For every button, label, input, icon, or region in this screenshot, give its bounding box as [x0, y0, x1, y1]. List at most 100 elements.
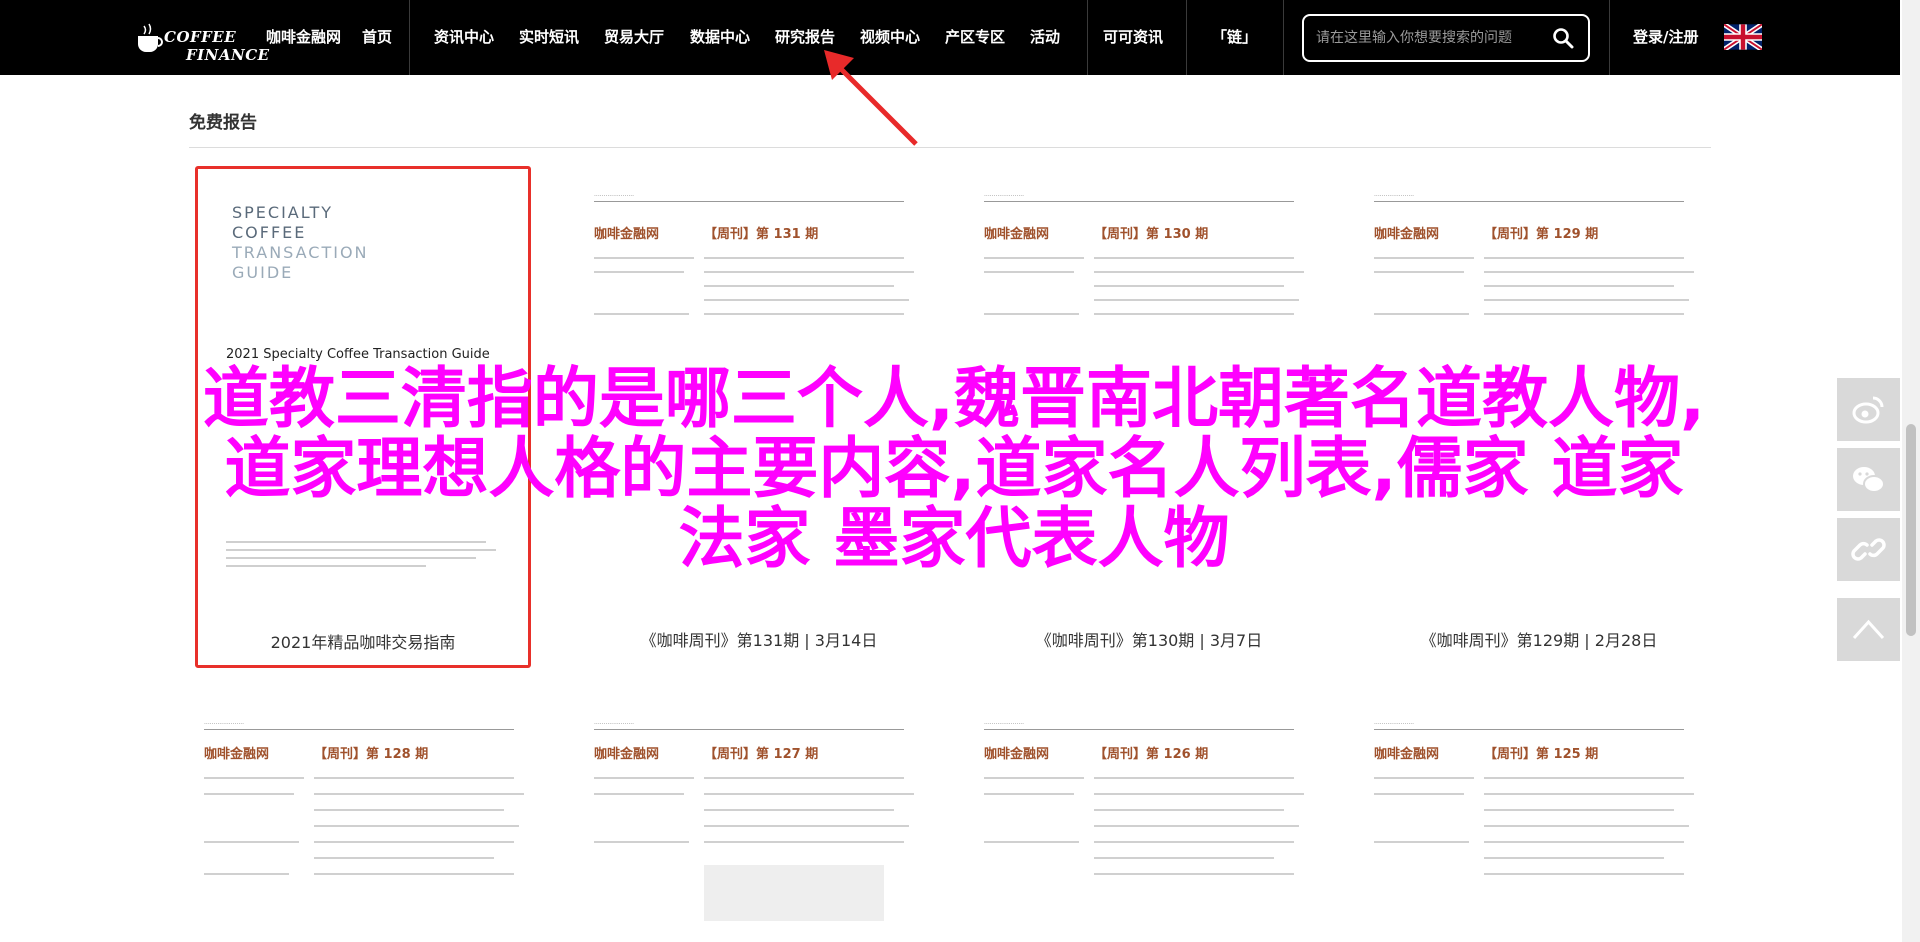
- report-card-129[interactable]: ····················· 咖啡金融网 【周刊】第 129 期 …: [1374, 187, 1704, 667]
- share-wechat-button[interactable]: [1837, 448, 1900, 511]
- link-icon: [1851, 538, 1886, 561]
- share-weibo-button[interactable]: [1837, 378, 1900, 441]
- nav-origin-zone[interactable]: 产区专区: [945, 0, 1005, 75]
- guide-title-line: SPECIALTY: [232, 203, 334, 222]
- nav-research-reports[interactable]: 研究报告: [775, 0, 835, 75]
- text-line: [1484, 873, 1684, 875]
- logo-text-line2: FINANCE: [186, 46, 270, 64]
- guide-cover-subtitle: 2021 Specialty Coffee Transaction Guide: [226, 347, 490, 362]
- text-line: [1484, 299, 1689, 301]
- back-to-top-button[interactable]: [1837, 598, 1900, 661]
- page-header-text: ·····················: [984, 721, 1025, 728]
- report-caption[interactable]: 《咖啡周刊》第129期 | 2月28日: [1374, 627, 1704, 651]
- nav-cocoa-news[interactable]: 可可资讯: [1103, 0, 1163, 75]
- text-line: [314, 841, 514, 843]
- text-line: [1094, 825, 1299, 827]
- report-issue: 【周刊】第 127 期: [704, 747, 819, 762]
- text-line: [204, 841, 299, 843]
- page-header-rule: [984, 729, 1294, 730]
- weibo-icon: [1852, 396, 1884, 424]
- text-line: [594, 271, 684, 273]
- text-line: [1484, 793, 1694, 795]
- wechat-icon: [1853, 467, 1885, 493]
- text-line: [314, 825, 519, 827]
- nav-video-center[interactable]: 视频中心: [860, 0, 920, 75]
- report-card-126[interactable]: ····················· 咖啡金融网 【周刊】第 126 期: [984, 715, 1314, 942]
- report-brand: 咖啡金融网: [984, 227, 1050, 242]
- text-line: [1484, 285, 1674, 287]
- text-line: [314, 777, 514, 779]
- page-header-rule: [1374, 729, 1684, 730]
- report-caption[interactable]: 《咖啡周刊》第130期 | 3月7日: [984, 627, 1314, 651]
- back-to-top-icon: [1852, 619, 1885, 640]
- report-issue: 【周刊】第 130 期: [1094, 227, 1209, 242]
- text-line: [594, 777, 694, 779]
- page-header-text: ·····················: [594, 721, 635, 728]
- share-link-button[interactable]: [1837, 518, 1900, 581]
- search-icon[interactable]: [1552, 27, 1574, 49]
- text-line: [704, 793, 914, 795]
- page-header-rule: [1374, 201, 1684, 202]
- nav-trade-hall[interactable]: 贸易大厅: [604, 0, 664, 75]
- text-line: [704, 841, 904, 843]
- report-issue: 【周刊】第 131 期: [704, 227, 819, 242]
- report-card-guide[interactable]: SPECIALTY COFFEE TRANSACTION GUIDE 2021 …: [195, 166, 531, 668]
- nav-flash-news[interactable]: 实时短讯: [519, 0, 579, 75]
- report-card-131[interactable]: ····················· 咖啡金融网 【周刊】第 131 期 …: [594, 187, 924, 667]
- page-scrollbar[interactable]: [1902, 0, 1920, 942]
- nav-chain[interactable]: 「链」: [1212, 0, 1257, 75]
- page-header-rule: [984, 201, 1294, 202]
- report-card-127[interactable]: ····················· 咖啡金融网 【周刊】第 127 期: [594, 715, 924, 942]
- page-header-rule: [594, 729, 904, 730]
- text-line: [204, 873, 289, 875]
- search-box: [1302, 14, 1590, 62]
- uk-flag-icon[interactable]: [1724, 24, 1762, 50]
- guide-title-line: TRANSACTION: [232, 243, 369, 262]
- page-header-text: ·····················: [594, 193, 635, 200]
- report-card-130[interactable]: ····················· 咖啡金融网 【周刊】第 130 期 …: [984, 187, 1314, 667]
- report-caption[interactable]: 《咖啡周刊》第131期 | 3月14日: [594, 627, 924, 651]
- text-line: [704, 285, 894, 287]
- report-brand: 咖啡金融网: [594, 227, 660, 242]
- text-line: [704, 299, 909, 301]
- nav-news-center[interactable]: 资讯中心: [434, 0, 494, 75]
- text-line: [704, 825, 909, 827]
- text-line: [594, 257, 694, 259]
- text-line: [984, 257, 1084, 259]
- report-card-125[interactable]: ····················· 咖啡金融网 【周刊】第 125 期: [1374, 715, 1704, 942]
- text-line: [1374, 257, 1474, 259]
- page-header-text: ·····················: [1374, 721, 1415, 728]
- text-line: [984, 793, 1074, 795]
- nav-divider: [1087, 0, 1088, 75]
- data-table: [704, 865, 884, 921]
- search-input[interactable]: [1316, 25, 1546, 51]
- nav-divider: [1283, 0, 1284, 75]
- text-line: [1374, 271, 1464, 273]
- report-issue: 【周刊】第 126 期: [1094, 747, 1209, 762]
- text-line: [984, 313, 1079, 315]
- text-line: [704, 271, 914, 273]
- text-line: [1374, 313, 1469, 315]
- login-register-link[interactable]: 登录/注册: [1633, 0, 1698, 75]
- page-header-text: ·····················: [204, 721, 245, 728]
- guide-cover-title: SPECIALTY COFFEE TRANSACTION GUIDE: [232, 203, 369, 283]
- site-logo[interactable]: COFFEE FINANCE: [134, 8, 269, 66]
- text-line: [704, 777, 904, 779]
- report-caption[interactable]: 2021年精品咖啡交易指南: [198, 629, 528, 653]
- nav-data-center[interactable]: 数据中心: [690, 0, 750, 75]
- section-divider: [189, 147, 1711, 148]
- text-line: [1094, 299, 1299, 301]
- nav-events[interactable]: 活动: [1030, 0, 1060, 75]
- text-line: [1374, 777, 1474, 779]
- nav-home[interactable]: 首页: [362, 0, 392, 75]
- text-line: [1094, 873, 1294, 875]
- scrollbar-thumb[interactable]: [1906, 424, 1916, 636]
- text-line: [1484, 809, 1674, 811]
- report-issue: 【周刊】第 128 期: [314, 747, 429, 762]
- logo-text-line1: COFFEE: [164, 28, 237, 46]
- report-card-128[interactable]: ····················· 咖啡金融网 【周刊】第 128 期: [204, 715, 534, 942]
- text-line: [594, 313, 689, 315]
- nav-coffee-finance[interactable]: 咖啡金融网: [266, 0, 341, 75]
- text-line: [1484, 857, 1664, 859]
- text-line: [594, 793, 684, 795]
